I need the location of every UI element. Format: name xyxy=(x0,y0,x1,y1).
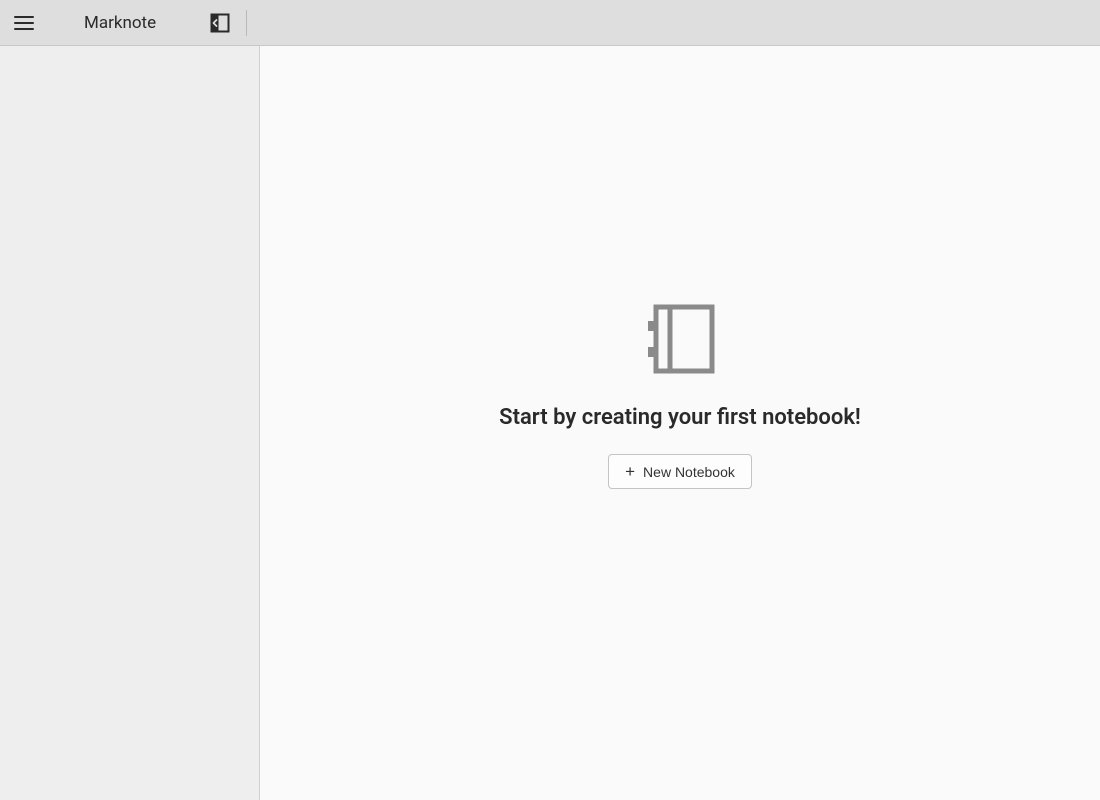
collapse-left-icon xyxy=(210,13,230,33)
app-title: Marknote xyxy=(84,13,156,33)
sidebar xyxy=(0,46,260,800)
body: Start by creating your first notebook! +… xyxy=(0,46,1100,800)
app-window: Marknote Start by creating your first no… xyxy=(0,0,1100,800)
notebook-icon xyxy=(638,297,722,381)
collapse-sidebar-button[interactable] xyxy=(204,7,236,39)
empty-state: Start by creating your first notebook! +… xyxy=(499,297,861,489)
new-notebook-button[interactable]: + New Notebook xyxy=(608,454,752,489)
hamburger-icon xyxy=(14,15,34,31)
header-divider xyxy=(246,10,247,36)
main-content: Start by creating your first notebook! +… xyxy=(260,46,1100,800)
header-bar: Marknote xyxy=(0,0,1100,46)
hamburger-menu-button[interactable] xyxy=(8,7,40,39)
empty-state-message: Start by creating your first notebook! xyxy=(499,405,861,430)
new-notebook-label: New Notebook xyxy=(643,464,735,480)
plus-icon: + xyxy=(625,463,635,480)
